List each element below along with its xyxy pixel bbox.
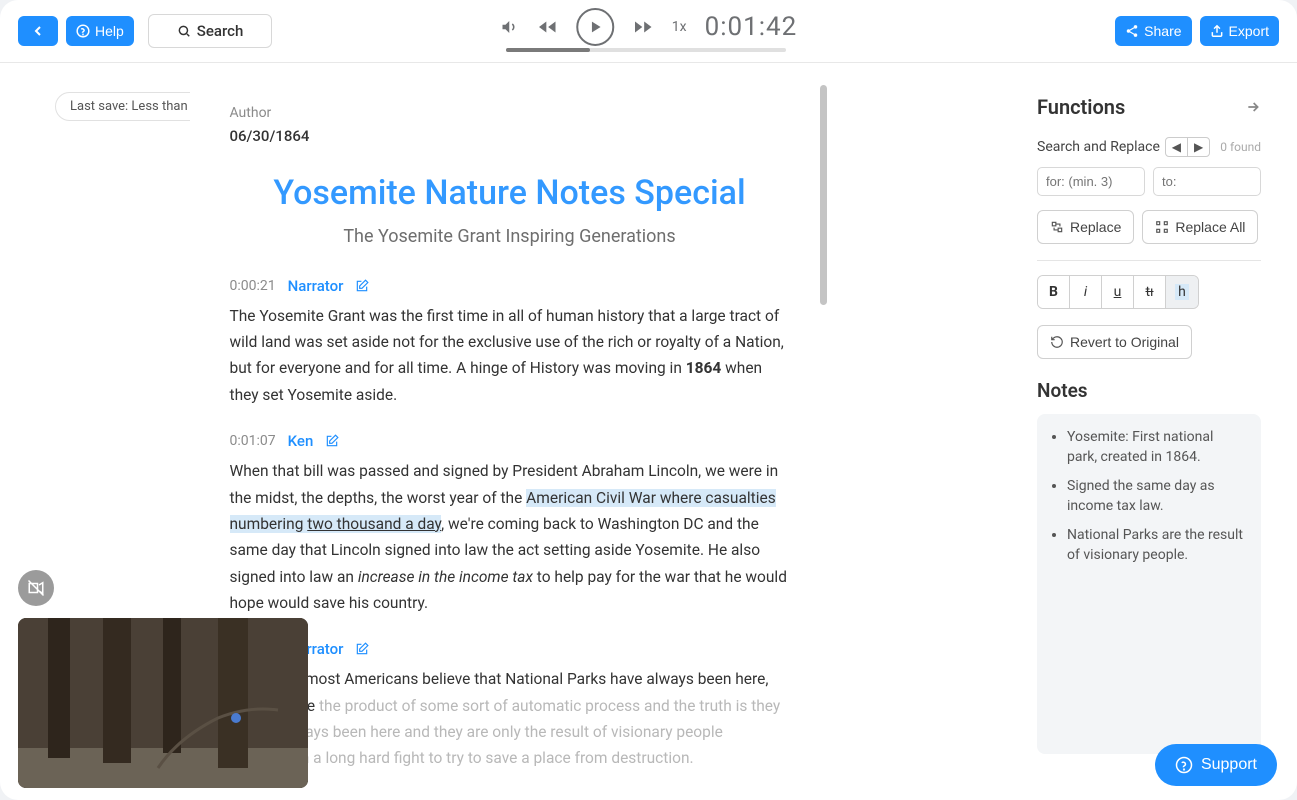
video-preview[interactable]: [18, 618, 308, 788]
export-button[interactable]: Export: [1200, 16, 1279, 46]
edit-speaker-button[interactable]: [355, 279, 369, 293]
collapse-panel-button[interactable]: [1245, 99, 1261, 115]
segment-text[interactable]: When that bill was passed and signed by …: [230, 458, 790, 616]
replace-icon: [1050, 220, 1064, 234]
arrow-right-icon: [1245, 99, 1261, 115]
note-item: Signed the same day as income tax law.: [1067, 477, 1245, 516]
functions-panel: Functions Search and Replace ◀ ▶ 0 found: [1019, 75, 1279, 785]
note-item: Yosemite: First national park, created i…: [1067, 428, 1245, 467]
doc-date: 06/30/1864: [230, 127, 790, 145]
author-label: Author: [230, 105, 790, 121]
edit-icon: [355, 642, 369, 656]
share-icon: [1125, 24, 1139, 38]
italic-button[interactable]: i: [1070, 276, 1102, 308]
segment-time[interactable]: 0:00:21: [230, 278, 276, 294]
forest-thumbnail: [18, 618, 308, 788]
support-button[interactable]: Support: [1155, 744, 1277, 786]
segment-speaker[interactable]: Ken: [288, 432, 314, 450]
progress-bar[interactable]: [506, 48, 786, 52]
functions-title: Functions: [1037, 95, 1125, 119]
arrow-left-icon: [30, 23, 46, 39]
share-button[interactable]: Share: [1115, 16, 1191, 46]
speed-button[interactable]: 1x: [672, 19, 687, 35]
doc-subtitle[interactable]: The Yosemite Grant Inspiring Generations: [230, 226, 790, 247]
audio-player: 1x 0:01:42: [500, 8, 797, 46]
strike-button[interactable]: tı: [1134, 276, 1166, 308]
video-toggle-button[interactable]: [18, 570, 54, 606]
video-off-icon: [27, 579, 45, 597]
rewind-icon: [536, 16, 558, 38]
elapsed-time: 0:01:42: [705, 12, 798, 42]
notes-box[interactable]: Yosemite: First national park, created i…: [1037, 414, 1261, 754]
segment-speaker[interactable]: Narrator: [288, 277, 344, 295]
underline-button[interactable]: u: [1102, 276, 1134, 308]
search-button[interactable]: Search: [148, 14, 273, 48]
help-label: Help: [95, 23, 124, 39]
help-button[interactable]: Help: [66, 16, 134, 46]
play-button[interactable]: [576, 8, 614, 46]
next-match-button[interactable]: ▶: [1188, 138, 1209, 156]
edit-icon: [325, 434, 339, 448]
search-for-input[interactable]: [1037, 167, 1145, 196]
edit-icon: [355, 279, 369, 293]
highlight-button[interactable]: h: [1166, 276, 1198, 308]
export-icon: [1210, 24, 1224, 38]
revert-icon: [1050, 335, 1064, 349]
share-label: Share: [1144, 23, 1181, 39]
revert-button[interactable]: Revert to Original: [1037, 325, 1192, 359]
format-toolbar: B i u tı h: [1037, 275, 1199, 309]
replace-to-input[interactable]: [1153, 167, 1261, 196]
segment-text[interactable]: The Yosemite Grant was the first time in…: [230, 303, 790, 408]
rewind-button[interactable]: [536, 16, 558, 38]
doc-title[interactable]: Yosemite Nature Notes Special: [230, 173, 790, 214]
play-icon: [587, 19, 603, 35]
search-icon: [177, 24, 191, 38]
back-button[interactable]: [18, 16, 58, 46]
replace-all-button[interactable]: Replace All: [1142, 210, 1258, 244]
found-count: 0 found: [1220, 140, 1261, 154]
support-icon: [1175, 756, 1193, 774]
transcript-segment: 0:01:37 Narrator First of all, most Amer…: [230, 640, 790, 771]
prev-match-button[interactable]: ◀: [1166, 138, 1188, 156]
transcript-segment: 0:01:07 Ken When that bill was passed an…: [230, 432, 790, 616]
forward-icon: [632, 16, 654, 38]
edit-speaker-button[interactable]: [355, 642, 369, 656]
replace-all-icon: [1155, 220, 1169, 234]
segment-time[interactable]: 0:01:07: [230, 433, 276, 449]
question-icon: [76, 24, 90, 38]
replace-button[interactable]: Replace: [1037, 210, 1134, 244]
search-nav: ◀ ▶: [1165, 137, 1210, 157]
segment-text[interactable]: First of all, most Americans believe tha…: [230, 666, 790, 771]
volume-icon: [500, 18, 518, 36]
export-label: Export: [1229, 23, 1269, 39]
notes-title: Notes: [1037, 379, 1261, 402]
transcript-segment: 0:00:21 Narrator The Yosemite Grant was …: [230, 277, 790, 408]
search-replace-label: Search and Replace: [1037, 139, 1160, 155]
volume-button[interactable]: [500, 18, 518, 36]
support-label: Support: [1201, 756, 1257, 774]
forward-button[interactable]: [632, 16, 654, 38]
bold-button[interactable]: B: [1038, 276, 1070, 308]
note-item: National Parks are the result of visiona…: [1067, 526, 1245, 565]
search-label: Search: [197, 22, 244, 40]
scrollbar[interactable]: [820, 85, 827, 305]
edit-speaker-button[interactable]: [325, 434, 339, 448]
progress-fill: [506, 48, 590, 52]
